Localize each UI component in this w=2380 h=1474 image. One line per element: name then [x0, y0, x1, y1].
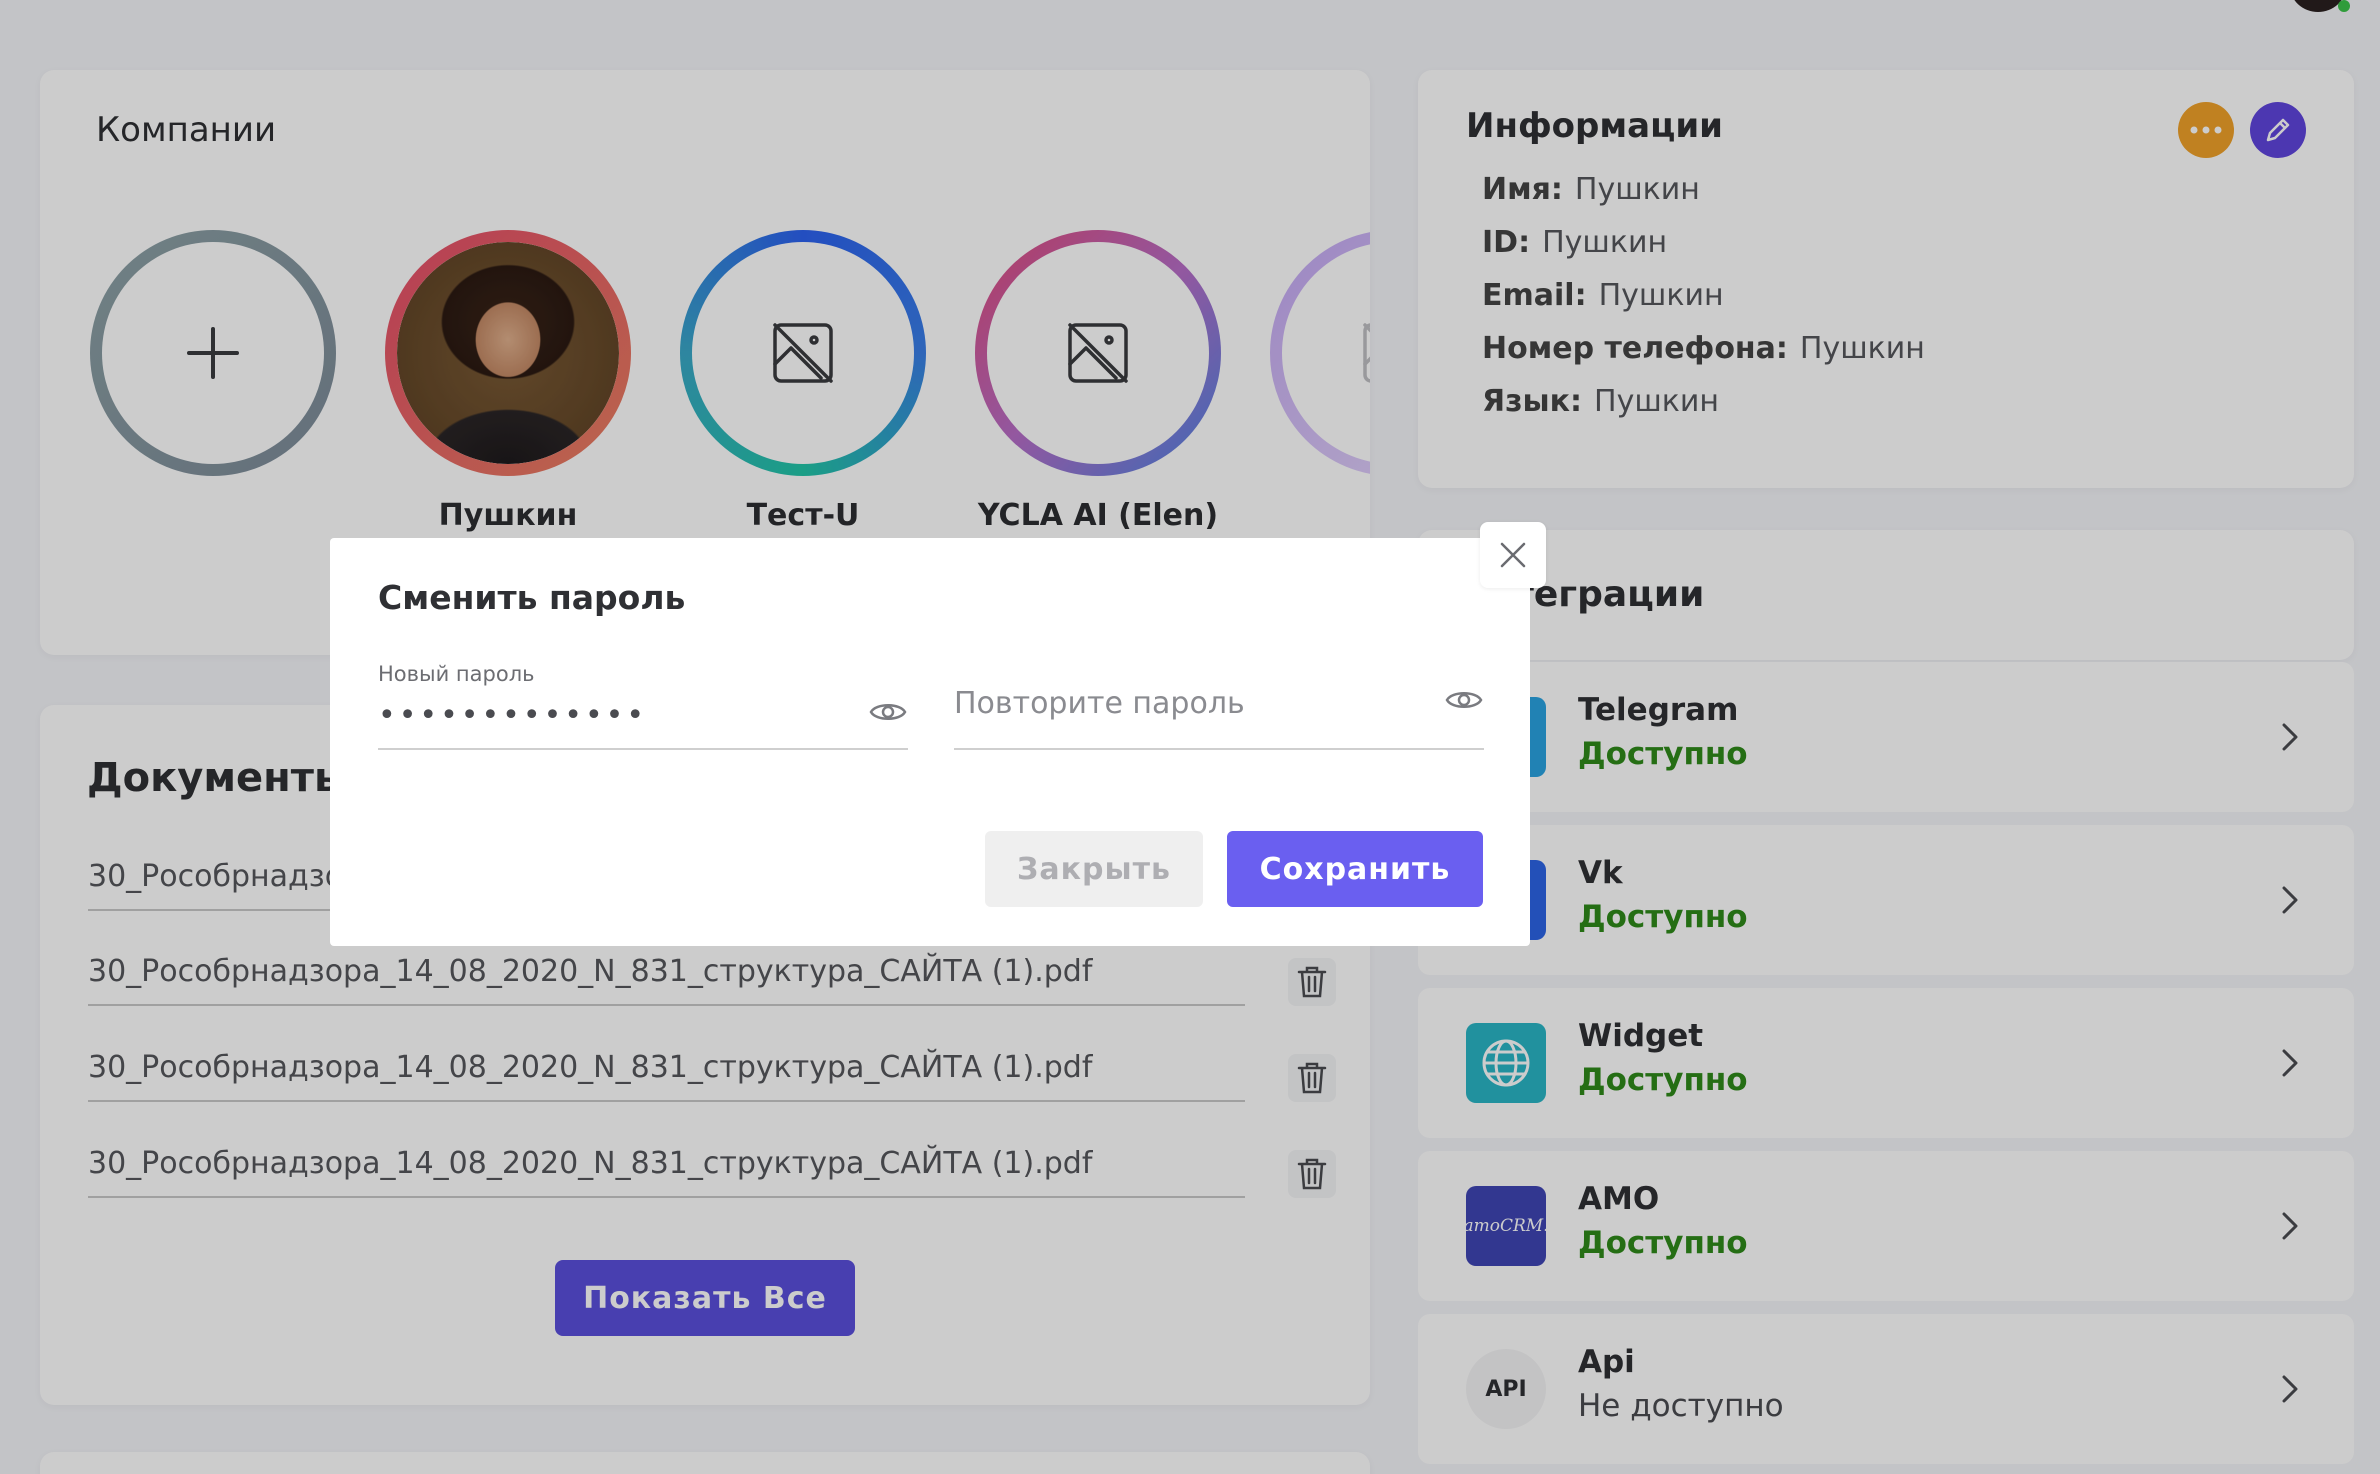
modal-close-button[interactable] — [1480, 522, 1546, 588]
change-password-modal: Сменить пароль Новый пароль Закрыть Сохр… — [330, 538, 1530, 946]
new-password-input[interactable] — [378, 692, 838, 738]
modal-title: Сменить пароль — [378, 578, 686, 617]
save-button[interactable]: Сохранить — [1227, 831, 1483, 907]
close-icon — [1500, 542, 1526, 568]
new-password-field: Новый пароль — [378, 658, 908, 750]
repeat-password-field — [954, 658, 1484, 750]
eye-icon[interactable] — [1444, 680, 1484, 720]
eye-icon[interactable] — [868, 692, 908, 732]
repeat-password-input[interactable] — [954, 680, 1414, 726]
close-button[interactable]: Закрыть — [985, 831, 1203, 907]
new-password-label: Новый пароль — [378, 662, 535, 686]
